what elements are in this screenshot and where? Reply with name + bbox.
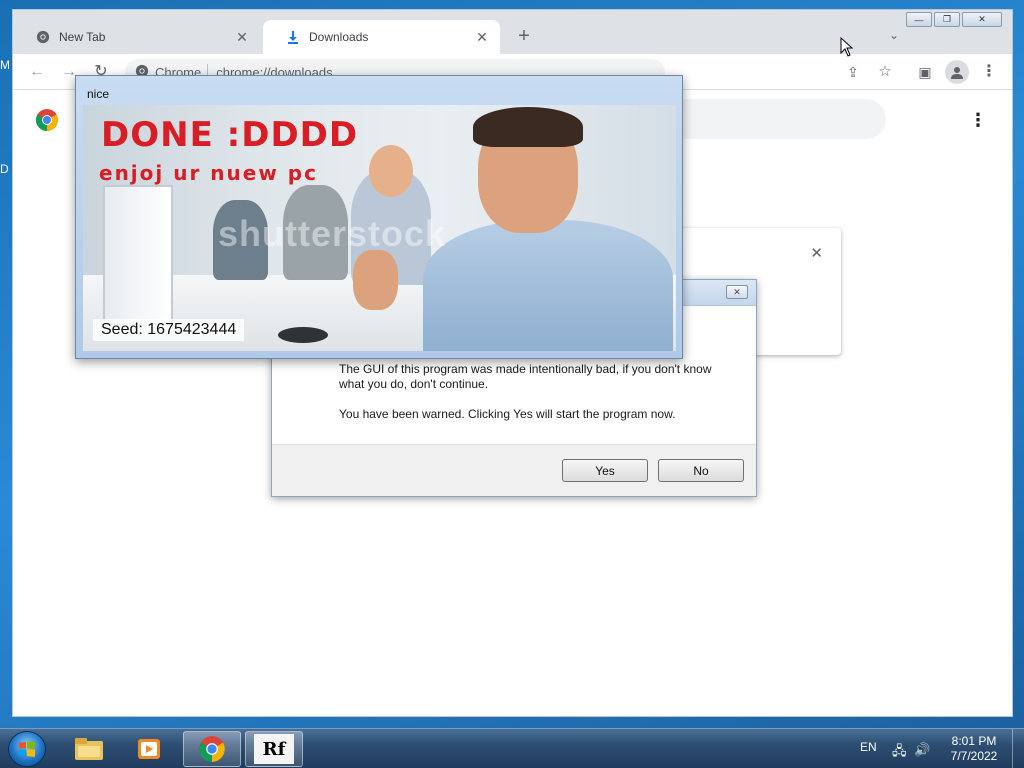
bookmark-star-icon[interactable]: ☆ [875,62,895,82]
close-icon[interactable]: ✕ [234,29,250,46]
tab-strip: New Tab ✕ Downloads ✕ + ⌄ — ❐ ✕ [13,10,1012,54]
watermark: shutterstock [218,213,447,254]
folder-icon [75,738,103,760]
dialog-close-button[interactable]: ✕ [726,285,748,299]
taskbar-rf-app[interactable]: Rf [245,731,303,767]
restore-button[interactable]: ❐ [934,12,960,27]
warning-text: The GUI of this program was made intenti… [339,362,712,391]
download-icon [285,29,301,45]
desktop-icon-label: M [0,58,10,72]
close-icon[interactable]: ✕ [810,244,823,262]
taskbar-media-player[interactable] [120,731,178,767]
tab-title: New Tab [59,30,106,44]
back-icon[interactable]: ← [27,62,47,82]
close-icon[interactable]: ✕ [474,29,490,46]
chrome-logo-icon [35,108,59,132]
windows-logo-icon [19,741,35,757]
volume-icon[interactable]: 🔊 [914,742,930,758]
mouse-cursor-icon [840,37,854,57]
seed-label: Seed: 1675423444 [93,319,245,341]
dialog-footer: Yes No [272,444,756,496]
language-indicator[interactable]: EN [860,740,877,754]
tab-title: Downloads [309,30,369,44]
menu-icon[interactable]: ⋮ [979,62,999,82]
desktop-icon-label: D [0,162,9,176]
person-head-shape [369,145,413,197]
tab-search-button[interactable]: ⌄ [885,26,903,44]
rf-app-icon: Rf [254,734,294,764]
clock-date: 7/7/2022 [950,749,998,763]
taskbar: Rf EN 🖧 🔊 8:01 PM 7/7/2022 [0,728,1024,768]
warning-text: You have been warned. Clicking Yes will … [339,407,676,421]
chrome-icon [199,736,225,762]
thumbs-up-shape [353,250,398,310]
taskbar-explorer[interactable] [60,731,118,767]
taskbar-chrome[interactable] [183,731,241,767]
new-tab-button[interactable]: + [513,25,535,47]
chrome-icon [35,29,51,45]
media-player-icon [138,739,160,759]
popup-image: DONE :DDDD enjoj ur nuew pc shutterstock… [83,105,676,351]
side-panel-icon[interactable]: ▣ [915,62,935,82]
person-shirt-shape [423,220,673,351]
tab-new-tab[interactable]: New Tab ✕ [13,20,260,54]
profile-avatar[interactable] [945,60,969,84]
tab-downloads[interactable]: Downloads ✕ [263,20,500,54]
minimize-button[interactable]: — [906,12,932,27]
share-icon[interactable]: ⇪ [843,62,863,82]
window-title: nice [87,87,110,101]
clock[interactable]: 8:01 PM 7/7/2022 [940,734,1008,764]
dialog-message: The GUI of this program was made intenti… [339,362,739,422]
person-icon [951,67,963,79]
nice-popup-window: nice DONE :DDDD enjoj ur nuew pc shutter… [75,75,683,359]
clock-time: 8:01 PM [951,734,997,748]
show-desktop-button[interactable] [1012,729,1024,768]
done-caption: DONE :DDDD [101,115,359,155]
no-button[interactable]: No [658,459,744,482]
mouse-shape [278,327,328,343]
more-icon[interactable]: ⋮ [968,108,988,132]
close-window-button[interactable]: ✕ [962,12,1002,27]
start-button[interactable] [8,731,46,767]
monitor-shape [103,185,173,325]
hair-shape [473,107,583,147]
network-icon[interactable]: 🖧 [892,742,907,764]
yes-button[interactable]: Yes [562,459,648,482]
window-controls: — ❐ ✕ [906,12,1002,27]
enjoy-caption: enjoj ur nuew pc [99,161,318,185]
